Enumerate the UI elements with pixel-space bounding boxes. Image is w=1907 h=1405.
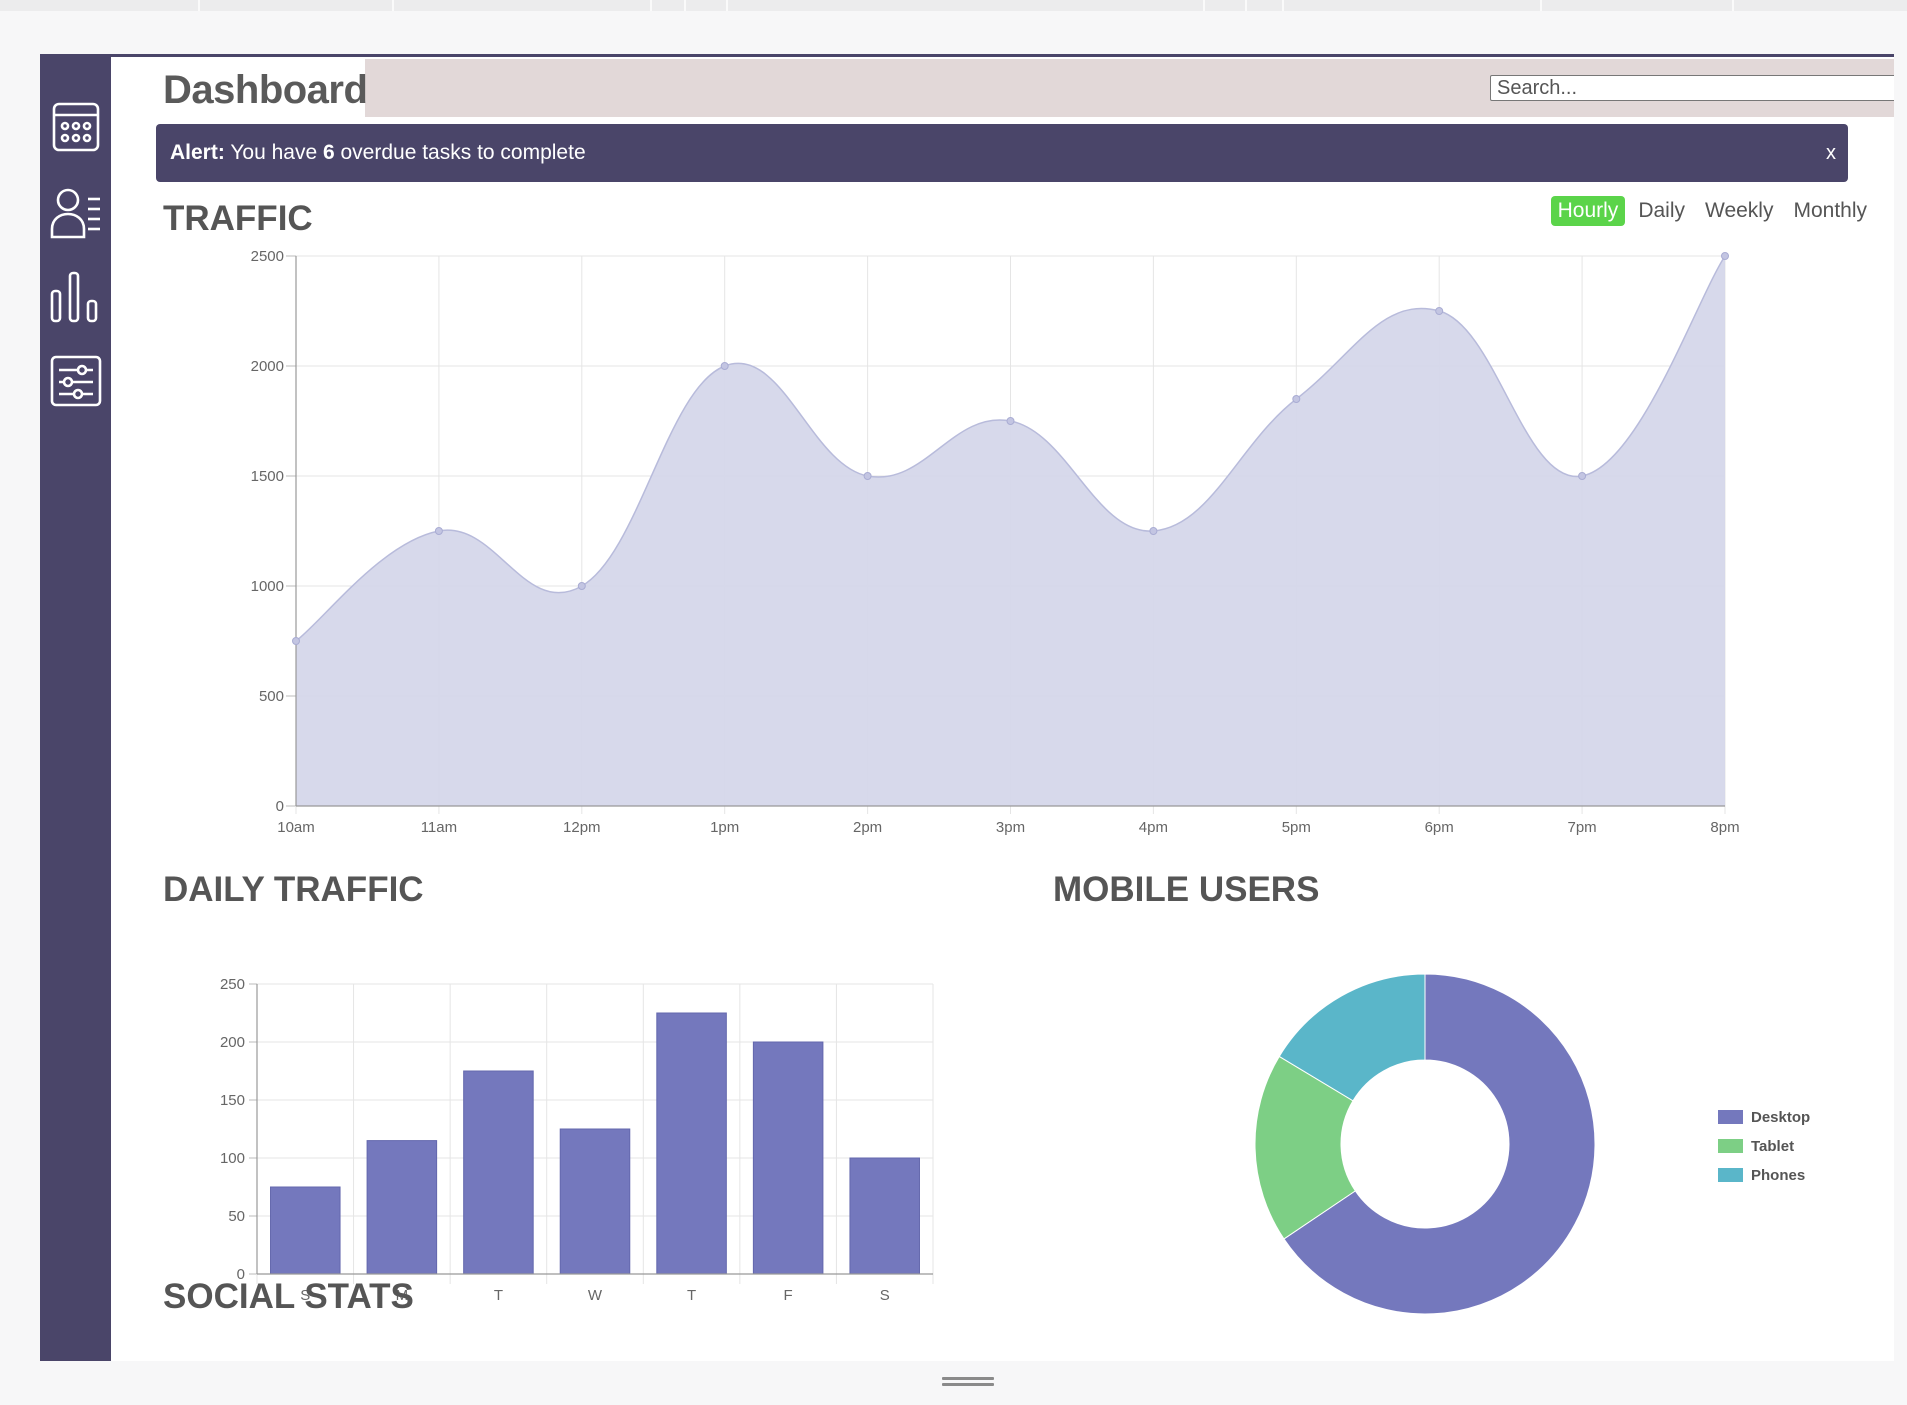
filter-weekly[interactable]: Weekly <box>1698 196 1780 226</box>
mobile-users-title: MOBILE USERS <box>1053 870 1320 909</box>
stats-icon[interactable] <box>48 269 104 325</box>
settings-icon[interactable] <box>48 353 104 409</box>
x-tick-label: S <box>880 1287 890 1304</box>
traffic-point <box>434 527 443 535</box>
filter-daily[interactable]: Daily <box>1631 196 1692 226</box>
daily-bar <box>656 1012 727 1275</box>
traffic-title: TRAFFIC <box>163 199 313 238</box>
alert-count: 6 <box>322 141 335 164</box>
alert-banner: Alert: You have 6 overdue tasks to compl… <box>156 124 1848 182</box>
daily-bar <box>463 1070 534 1275</box>
filter-monthly[interactable]: Monthly <box>1786 196 1874 226</box>
alert-close-button[interactable]: x <box>1826 124 1836 182</box>
daily-bar <box>366 1140 438 1275</box>
traffic-point <box>1149 527 1158 535</box>
y-tick-label: 250 <box>220 976 245 993</box>
traffic-area-chart: 0 500 1000 1500 2000 2500 10am 11am 12pm 1pm 2pm 3p… <box>251 248 1740 836</box>
sidebar <box>40 54 111 1361</box>
traffic-point <box>1721 252 1729 260</box>
y-tick-label: 2000 <box>251 358 284 375</box>
dashboard-frame: Dashboard Alert: You have 6 overdue task… <box>40 54 1894 1361</box>
legend-label-phones: Phones <box>1751 1167 1805 1184</box>
y-tick-label: 200 <box>220 1034 245 1051</box>
traffic-point <box>863 472 872 480</box>
y-tick-label: 1000 <box>251 578 284 595</box>
legend-swatch-desktop <box>1718 1110 1743 1124</box>
x-tick-label: 12pm <box>563 819 601 836</box>
x-tick-label: T <box>687 1287 696 1304</box>
legend-swatch-tablet <box>1718 1139 1743 1153</box>
y-tick-label: 1500 <box>251 468 284 485</box>
traffic-time-filter: Hourly Daily Weekly Monthly <box>1550 196 1874 226</box>
legend-label-tablet: Tablet <box>1751 1138 1794 1155</box>
x-tick-label: T <box>494 1287 503 1304</box>
x-tick-label: F <box>784 1287 793 1304</box>
y-tick-label: 100 <box>220 1150 245 1167</box>
resize-handle[interactable] <box>942 1377 994 1387</box>
daily-traffic-title: DAILY TRAFFIC <box>163 870 424 909</box>
traffic-point <box>577 582 586 590</box>
daily-bar <box>849 1157 920 1275</box>
x-tick-label: 5pm <box>1282 819 1311 836</box>
search-input[interactable] <box>1490 75 1894 101</box>
x-tick-label: 11am <box>421 819 457 836</box>
x-tick-label: 2pm <box>853 819 882 836</box>
x-tick-label: 4pm <box>1139 819 1168 836</box>
daily-bar <box>559 1128 631 1275</box>
y-tick-label: 150 <box>220 1092 245 1109</box>
x-tick-label: 10am <box>277 819 315 836</box>
x-tick-label: 6pm <box>1425 819 1454 836</box>
y-tick-label: 500 <box>259 688 284 705</box>
x-tick-label: 3pm <box>996 819 1025 836</box>
alert-text-before: You have <box>230 141 323 164</box>
mobile-users-donut-chart: Desktop Tablet Phones <box>1254 973 1810 1314</box>
alert-label: Alert: <box>170 141 225 164</box>
traffic-point <box>1292 395 1301 403</box>
traffic-point <box>720 362 729 370</box>
legend-label-desktop: Desktop <box>1751 1109 1810 1126</box>
browser-tab-strip <box>0 0 1907 11</box>
page-title: Dashboard <box>163 68 368 112</box>
traffic-point <box>292 637 300 645</box>
header-bar <box>365 59 1894 117</box>
traffic-point <box>1435 307 1444 315</box>
y-tick-label: 50 <box>228 1208 245 1225</box>
x-tick-label: 7pm <box>1568 819 1597 836</box>
traffic-point <box>1006 417 1015 425</box>
x-tick-label: W <box>588 1287 603 1304</box>
filter-hourly[interactable]: Hourly <box>1550 196 1626 226</box>
daily-traffic-bar-chart: 050100150200250S M T W T F S <box>220 976 934 1304</box>
members-icon[interactable] <box>48 185 104 241</box>
calendar-icon[interactable] <box>48 98 104 154</box>
alert-text-after: overdue tasks to complete <box>334 141 586 164</box>
traffic-point <box>1578 472 1587 480</box>
y-tick-label: 0 <box>276 798 284 815</box>
y-tick-label: 2500 <box>251 248 284 265</box>
legend-swatch-phones <box>1718 1168 1743 1182</box>
daily-bar <box>270 1186 341 1275</box>
x-tick-label: 1pm <box>710 819 739 836</box>
x-tick-label: 8pm <box>1710 819 1739 836</box>
top-border <box>40 54 1894 57</box>
social-stats-title: SOCIAL STATS <box>163 1277 414 1316</box>
daily-bar <box>752 1041 824 1275</box>
